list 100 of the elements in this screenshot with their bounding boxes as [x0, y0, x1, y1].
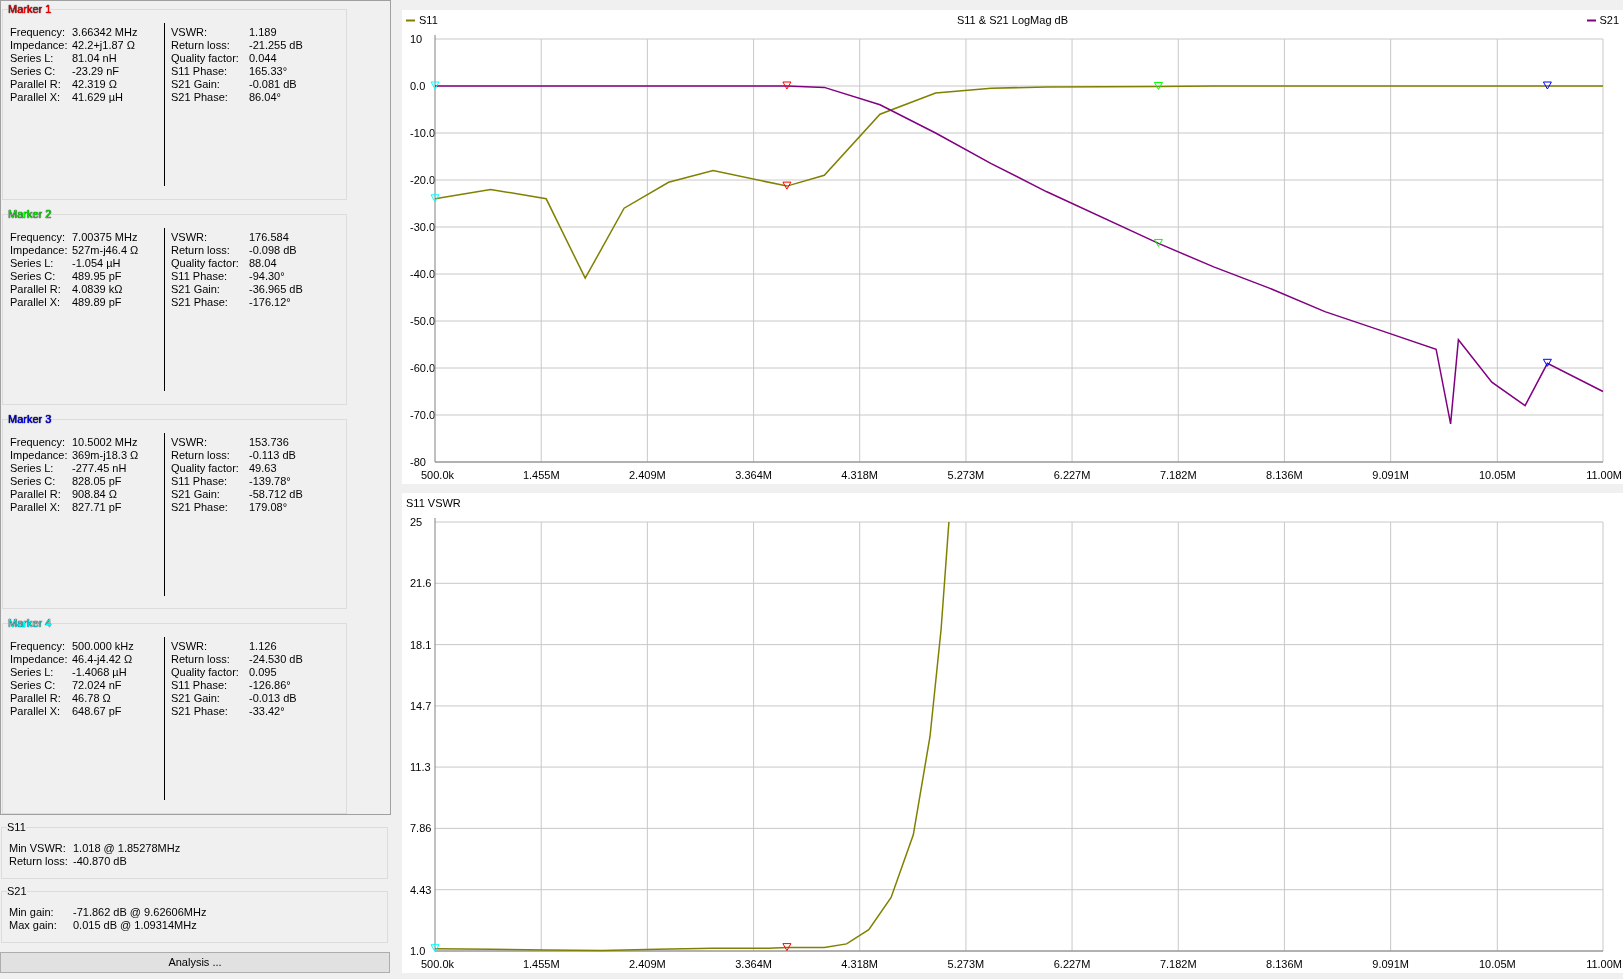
chart-title: S11 & S21 LogMag dB [956, 14, 1069, 26]
field-label: Return loss: [9, 855, 69, 868]
axis-label: -10.0 [410, 127, 436, 139]
axis-label: -60.0 [410, 362, 436, 374]
axis-label: 1.455M [522, 958, 560, 970]
field-label: S21 Phase: [171, 295, 229, 309]
field-label: Min gain: [9, 906, 55, 919]
axis-label: 25 [410, 516, 423, 528]
axis-label: 3.364M [735, 469, 772, 481]
field-label: Return loss: [171, 39, 231, 52]
field-value: 176.584 [249, 230, 290, 244]
legend-label: S21 [1599, 14, 1619, 26]
field-value: -40.870 dB [73, 855, 128, 868]
field-value: 489.89 pF [72, 295, 123, 309]
axis-label: 2.409M [629, 958, 666, 970]
axis-label: 6.227M [1053, 469, 1091, 481]
axis-label: 500.0k [421, 958, 455, 970]
field-label: Series L: [10, 666, 55, 680]
field-label: VSWR: [171, 230, 209, 244]
axis-label: 7.182M [1159, 958, 1197, 970]
axis-label: 8.136M [1266, 958, 1303, 970]
marker-title: Marker 4 [8, 617, 52, 631]
field-value: 179.08° [249, 500, 289, 514]
field-value: 81.04 nH [72, 52, 118, 65]
field-label: Min VSWR: [9, 842, 67, 855]
field-value: -1.054 µH [72, 256, 122, 270]
field-label: Parallel X: [10, 295, 62, 309]
field-label: Parallel R: [10, 692, 62, 706]
field-value: 489.95 pF [72, 269, 123, 283]
field-value: -94.30° [249, 269, 286, 283]
field-value: 41.629 µH [72, 91, 124, 104]
axis-label: 1.455M [522, 469, 560, 481]
analysis-button[interactable]: Analysis ... [0, 952, 390, 973]
field-label: Impedance: [10, 448, 69, 462]
field-value: -0.013 dB [249, 692, 298, 706]
field-label: Series L: [10, 461, 55, 475]
field-label: Frequency: [10, 230, 67, 244]
field-label: S11 Phase: [171, 269, 229, 283]
axis-label: 4.318M [841, 958, 879, 970]
axis-label: 2.409M [629, 469, 666, 481]
axis-label: 11.00M [1586, 958, 1622, 970]
field-label: S11 Phase: [171, 65, 229, 78]
legend-label: S11 [419, 14, 438, 26]
field-label: Series C: [10, 679, 57, 693]
field-label: Series C: [10, 269, 57, 283]
field-value: 46.78 Ω [72, 692, 112, 706]
summary-title: S21 [7, 885, 27, 898]
field-label: S21 Gain: [171, 692, 221, 706]
field-value: 46.4-j4.42 Ω [72, 653, 134, 667]
field-value: 1.018 @ 1.85278MHz [73, 842, 182, 855]
field-value: 42.2+j1.87 Ω [72, 39, 136, 52]
chart-title: S11 VSWR [406, 497, 461, 509]
field-value: -1.4068 µH [72, 666, 128, 680]
field-value: 0.015 dB @ 1.09314MHz [73, 919, 198, 932]
field-value: 10.5002 MHz [72, 435, 139, 449]
field-label: Impedance: [10, 653, 69, 667]
axis-label: -40.0 [410, 268, 436, 280]
field-label: Parallel X: [10, 91, 62, 104]
field-value: 165.33° [249, 65, 289, 78]
axis-label: -20.0 [410, 174, 436, 186]
field-label: S11 Phase: [171, 474, 229, 488]
field-value: 1.189 [249, 26, 278, 39]
field-label: Quality factor: [171, 666, 240, 680]
axis-label: -80 [410, 456, 426, 468]
field-value: -33.42° [249, 705, 286, 719]
axis-label: 5.273M [947, 958, 985, 970]
field-label: Max gain: [9, 919, 58, 932]
axis-label: -50.0 [410, 315, 436, 327]
field-label: S21 Gain: [171, 78, 221, 91]
axis-label: 11.3 [410, 761, 431, 774]
axis-label: 5.273M [947, 469, 985, 481]
field-label: Quality factor: [171, 461, 240, 475]
field-value: -58.712 dB [249, 487, 304, 501]
axis-label: 0.0 [410, 80, 426, 92]
field-label: S11 Phase: [171, 679, 229, 693]
axis-label: 18.1 [410, 638, 432, 651]
field-value: 72.024 nF [72, 679, 123, 693]
field-value: -36.965 dB [249, 282, 304, 296]
axis-label: -70.0 [410, 409, 436, 421]
axis-label: 11.00M [1586, 469, 1622, 481]
field-value: 827.71 pF [72, 500, 123, 514]
field-label: Impedance: [10, 39, 69, 52]
field-label: Series C: [10, 474, 57, 488]
field-label: Return loss: [171, 653, 231, 667]
field-value: -0.098 dB [249, 243, 298, 257]
field-label: Parallel X: [10, 500, 62, 514]
field-value: 908.84 Ω [72, 487, 118, 501]
field-label: S21 Gain: [171, 487, 221, 501]
axis-label: 1.0 [410, 945, 426, 957]
field-label: VSWR: [171, 26, 209, 39]
marker-title: Marker 1 [8, 3, 52, 16]
axis-label: 3.364M [735, 958, 772, 970]
field-value: 4.0839 kΩ [72, 282, 124, 296]
field-label: S21 Phase: [171, 500, 229, 514]
field-label: S21 Phase: [171, 91, 229, 104]
field-value: 828.05 pF [72, 474, 123, 488]
field-value: -0.081 dB [249, 78, 298, 91]
field-value: 369m-j18.3 Ω [72, 448, 140, 462]
field-value: 0.044 [249, 52, 278, 65]
field-label: Quality factor: [171, 52, 240, 65]
